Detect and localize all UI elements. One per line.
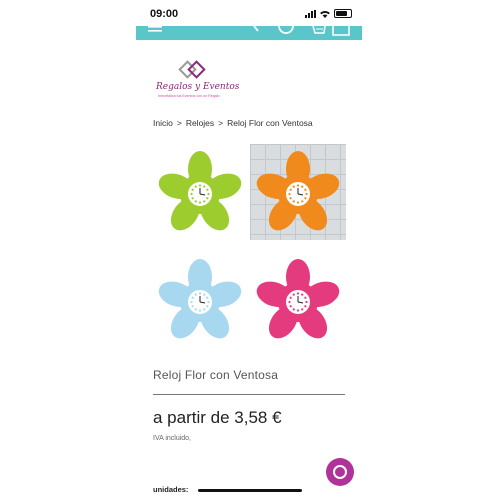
clock-marker [288,300,291,304]
breadcrumb-category[interactable]: Relojes [186,118,214,128]
clock-marker [296,309,300,312]
cart-icon[interactable] [312,26,326,36]
clock-marker [304,296,307,299]
clock-marker [191,296,194,299]
clock-marker [191,305,194,308]
product-image-light-blue[interactable] [152,252,248,348]
clock-marker [304,305,307,308]
clock-marker [301,200,304,203]
battery-icon [334,9,352,18]
clock-marker [292,185,295,188]
product-image-orange[interactable] [250,144,346,240]
clock-marker [301,185,304,188]
clock-marker [194,200,197,203]
status-time: 09:00 [150,8,179,20]
logo-name: Regalos y Eventos [156,82,240,92]
clock-marker [194,308,197,311]
title-divider [153,394,345,395]
clock-marker [296,201,300,204]
clock-marker [198,184,202,187]
clock-marker [289,296,292,299]
product-title: Reloj Flor con Ventosa [153,368,279,382]
clock-marker [206,188,209,191]
product-price: a partir de 3,58 € [153,408,282,427]
phone-screen: 09:00 Regalos y Eventos Inmortaliza tus … [136,0,362,498]
menu-icon[interactable] [148,26,162,36]
flower-clock-green [158,151,242,231]
clock-marker [292,200,295,203]
product-image-pink[interactable] [250,252,346,348]
clock-marker [194,185,197,188]
flower-clock-pink [256,259,340,339]
status-icons [305,9,352,18]
clock-marker [305,192,308,196]
logo-tagline: Inmortaliza tus Eventos con un Regalo [158,94,220,98]
breadcrumb-separator: > [218,118,224,128]
search-icon[interactable] [248,26,260,36]
breadcrumb-home[interactable]: Inicio [153,118,173,128]
clock-marker [289,305,292,308]
clock-marker [191,188,194,191]
breadcrumb: Inicio > Relojes > Reloj Flor con Ventos… [153,118,313,128]
clock-marker [304,197,307,200]
clock-marker [198,201,202,204]
top-nav-bar [136,26,362,40]
wifi-icon [320,10,330,18]
chat-bubble-icon [333,465,347,479]
clock-marker [207,300,210,304]
clock-marker [304,188,307,191]
clock-marker [203,308,206,311]
clock-marker [194,293,197,296]
clock-marker [206,305,209,308]
clock-marker [289,197,292,200]
breadcrumb-separator: > [176,118,182,128]
chat-button[interactable] [326,458,354,486]
clock-marker [207,192,210,196]
clock-marker [206,296,209,299]
clock-marker [296,292,300,295]
clock-marker [288,192,291,196]
breadcrumb-current: Reloj Flor con Ventosa [227,118,313,128]
clock-marker [203,185,206,188]
clock-marker [190,300,193,304]
status-bar: 09:00 [136,0,362,26]
flower-clock-light-blue [158,259,242,339]
clock-marker [292,293,295,296]
account-icon[interactable] [278,26,294,36]
clock-marker [203,200,206,203]
clock-marker [292,308,295,311]
clock-marker [301,293,304,296]
flower-clock-orange [256,151,340,231]
clock-marker [206,197,209,200]
product-image-green[interactable] [152,144,248,240]
signal-icon [305,9,316,18]
clock-marker [296,184,300,187]
product-gallery [152,144,348,344]
units-label: unidades: [153,485,189,494]
clock-marker [301,308,304,311]
clock-marker [305,300,308,304]
clock-marker [198,292,202,295]
clock-marker [190,192,193,196]
clock-marker [191,197,194,200]
clock-marker [198,309,202,312]
clock-marker [203,293,206,296]
tax-note: IVA incluido, [153,435,192,442]
home-indicator[interactable] [198,489,302,492]
clock-marker [289,188,292,191]
bag-icon[interactable] [332,26,350,36]
